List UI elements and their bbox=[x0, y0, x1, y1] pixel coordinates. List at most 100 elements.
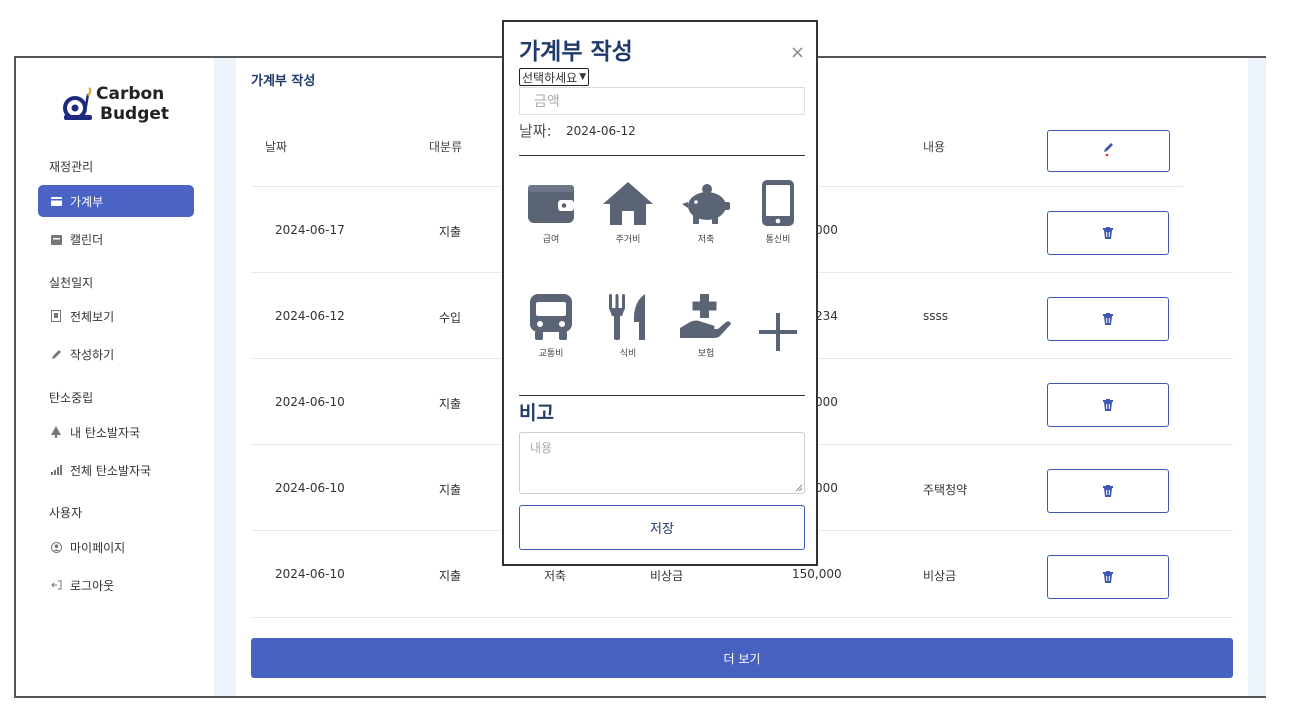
snail-logo-icon bbox=[62, 86, 94, 122]
row-type: 지출 bbox=[439, 483, 462, 497]
row-amount: 150,000 bbox=[792, 567, 842, 581]
note-placeholder: 내용 bbox=[530, 441, 553, 455]
sidebar: Carbon Budget 재정관리 가계부 캘린더 실천일지 전체보기 작성하… bbox=[16, 58, 214, 696]
logo-text-line1: Carbon bbox=[96, 84, 165, 104]
page-title: 가계부 작성 bbox=[251, 74, 316, 89]
row-amount: 000 bbox=[815, 395, 838, 409]
sidebar-section-user: 사용자 bbox=[49, 506, 83, 520]
category-label: 저축 bbox=[697, 235, 715, 245]
wallet-icon bbox=[519, 178, 583, 228]
logo-text-line2: Budget bbox=[100, 104, 170, 124]
logo[interactable]: Carbon Budget bbox=[62, 84, 169, 124]
note-title: 비고 bbox=[519, 402, 554, 424]
row-memo: ssss bbox=[923, 309, 949, 323]
sidebar-item-label: 로그아웃 bbox=[70, 578, 115, 593]
sidebar-item-label: 마이페이지 bbox=[70, 540, 126, 555]
date-label: 날짜: bbox=[519, 122, 552, 140]
sidebar-item-my-footprint[interactable]: 내 탄소발자국 bbox=[38, 416, 194, 448]
list-icon bbox=[49, 309, 63, 323]
category-salary[interactable]: 급여 bbox=[519, 178, 583, 245]
sidebar-item-logout[interactable]: 로그아웃 bbox=[38, 569, 194, 601]
ledger-entry-modal: 가계부 작성 × 선택하세요 ▼ 금액 날짜: 2024-06-12 급여 주거… bbox=[502, 20, 818, 566]
wallet-icon bbox=[49, 194, 63, 208]
resize-handle-icon[interactable] bbox=[795, 484, 802, 491]
modal-title: 가계부 작성 bbox=[519, 39, 633, 65]
sidebar-item-label: 내 탄소발자국 bbox=[70, 425, 141, 440]
category-food[interactable]: 식비 bbox=[596, 292, 660, 359]
row-date: 2024-06-10 bbox=[275, 481, 345, 495]
category-telecom[interactable]: 통신비 bbox=[746, 178, 810, 245]
delete-button[interactable] bbox=[1047, 297, 1169, 341]
mobile-phone-icon bbox=[746, 178, 810, 228]
delete-button[interactable] bbox=[1047, 383, 1169, 427]
sidebar-item-label: 전체 탄소발자국 bbox=[70, 463, 152, 478]
sidebar-item-label: 가계부 bbox=[70, 194, 104, 209]
row-amount: 000 bbox=[815, 223, 838, 237]
trash-icon bbox=[1103, 568, 1113, 587]
chevron-down-icon: ▼ bbox=[579, 72, 587, 82]
row-amount: 234 bbox=[815, 309, 838, 323]
row-subcategory: 저축 bbox=[544, 569, 567, 583]
type-select[interactable]: 선택하세요 ▼ bbox=[519, 68, 590, 86]
category-insurance[interactable]: 보험 bbox=[674, 292, 738, 359]
sidebar-item-label: 전체보기 bbox=[70, 309, 115, 324]
category-transport[interactable]: 교통비 bbox=[519, 292, 583, 359]
sidebar-item-all-footprint[interactable]: 전체 탄소발자국 bbox=[38, 454, 194, 486]
divider bbox=[519, 155, 805, 156]
close-icon[interactable]: × bbox=[790, 42, 805, 63]
row-detail: 비상금 bbox=[650, 569, 684, 583]
house-icon bbox=[596, 178, 660, 228]
more-button[interactable]: 더 보기 bbox=[251, 638, 1233, 678]
trash-icon bbox=[1103, 224, 1113, 243]
row-date: 2024-06-10 bbox=[275, 567, 345, 581]
plus-icon bbox=[746, 292, 810, 372]
sidebar-item-ledger[interactable]: 가계부 bbox=[38, 185, 194, 217]
category-housing[interactable]: 주거비 bbox=[596, 178, 660, 245]
save-button[interactable]: 저장 bbox=[519, 505, 805, 550]
row-type: 수입 bbox=[439, 311, 462, 325]
row-date: 2024-06-17 bbox=[275, 223, 345, 237]
row-date: 2024-06-12 bbox=[275, 309, 345, 323]
category-label: 통신비 bbox=[765, 235, 791, 245]
delete-button[interactable] bbox=[1047, 469, 1169, 513]
category-label: 교통비 bbox=[538, 349, 564, 359]
pencil-icon bbox=[1102, 141, 1116, 161]
sidebar-item-view-all[interactable]: 전체보기 bbox=[38, 300, 194, 332]
trash-icon bbox=[1103, 310, 1113, 329]
sidebar-section-carbon: 탄소중립 bbox=[49, 391, 94, 405]
category-label: 주거비 bbox=[615, 235, 641, 245]
delete-button[interactable] bbox=[1047, 211, 1169, 255]
piggy-bank-icon bbox=[674, 178, 738, 228]
amount-input[interactable]: 금액 bbox=[519, 87, 805, 115]
type-select-value: 선택하세요 bbox=[522, 70, 578, 85]
tree-icon bbox=[49, 425, 63, 439]
row-type: 지출 bbox=[439, 569, 462, 583]
sidebar-item-label: 작성하기 bbox=[70, 347, 115, 362]
row-type: 지출 bbox=[439, 397, 462, 411]
bar-chart-icon bbox=[49, 463, 63, 477]
trash-icon bbox=[1103, 482, 1113, 501]
note-textarea[interactable]: 내용 bbox=[519, 432, 805, 494]
sidebar-item-label: 캘린더 bbox=[70, 232, 104, 247]
column-header-category: 대분류 bbox=[429, 140, 463, 154]
sidebar-item-write[interactable]: 작성하기 bbox=[38, 338, 194, 370]
category-savings[interactable]: 저축 bbox=[674, 178, 738, 245]
sidebar-item-mypage[interactable]: 마이페이지 bbox=[38, 531, 194, 563]
logout-icon bbox=[49, 578, 63, 592]
trash-icon bbox=[1103, 396, 1113, 415]
row-memo: 주택청약 bbox=[923, 483, 968, 497]
add-category-button[interactable] bbox=[746, 292, 810, 372]
sidebar-item-calendar[interactable]: 캘린더 bbox=[38, 223, 194, 255]
utensils-icon bbox=[596, 292, 660, 342]
row-type: 지출 bbox=[439, 225, 462, 239]
date-field[interactable]: 2024-06-12 bbox=[566, 124, 636, 138]
row-date: 2024-06-10 bbox=[275, 395, 345, 409]
sidebar-section-diary: 실천일지 bbox=[49, 276, 94, 290]
category-label: 식비 bbox=[619, 349, 637, 359]
row-amount: 000 bbox=[815, 481, 838, 495]
delete-button[interactable] bbox=[1047, 555, 1169, 599]
category-label: 보험 bbox=[697, 349, 715, 359]
edit-button[interactable] bbox=[1047, 130, 1170, 172]
bus-icon bbox=[519, 292, 583, 342]
hand-medical-icon bbox=[674, 292, 738, 342]
